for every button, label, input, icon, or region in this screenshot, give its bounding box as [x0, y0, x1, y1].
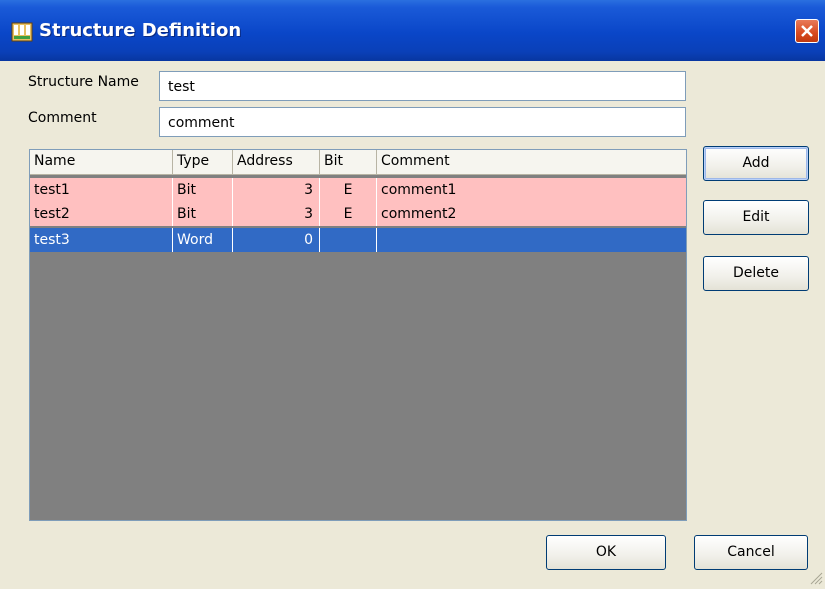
column-header-type[interactable]: Type: [173, 150, 233, 174]
cell-type: Word: [173, 228, 233, 252]
structure-name-label: Structure Name: [28, 74, 139, 90]
column-header-bit[interactable]: Bit: [320, 150, 377, 174]
table-row[interactable]: test2 Bit 3 E comment2: [30, 202, 686, 226]
cell-address: 3: [233, 202, 320, 226]
table-header: Name Type Address Bit Comment: [30, 150, 686, 175]
title-bar[interactable]: Structure Definition: [0, 0, 825, 62]
column-header-name[interactable]: Name: [30, 150, 173, 174]
cell-type: Bit: [173, 178, 233, 202]
cell-bit: E: [320, 178, 377, 202]
cell-type: Bit: [173, 202, 233, 226]
cell-bit: [320, 228, 377, 252]
edit-button[interactable]: Edit: [703, 200, 809, 235]
close-icon: [801, 25, 813, 37]
resize-grip-icon[interactable]: [809, 571, 823, 589]
delete-button[interactable]: Delete: [703, 256, 809, 291]
table-row[interactable]: test1 Bit 3 E comment1: [30, 178, 686, 202]
close-button[interactable]: [795, 19, 819, 43]
comment-label: Comment: [28, 110, 97, 126]
member-table[interactable]: Name Type Address Bit Comment test1 Bit …: [29, 149, 687, 521]
table-row-selected[interactable]: test3 Word 0: [30, 228, 686, 252]
add-button[interactable]: Add: [703, 146, 809, 181]
cell-comment: [377, 228, 686, 252]
cell-address: 0: [233, 228, 320, 252]
cell-comment: comment1: [381, 182, 457, 198]
cell-comment: comment2: [381, 206, 457, 222]
ok-button[interactable]: OK: [546, 535, 666, 570]
window-title: Structure Definition: [39, 20, 242, 41]
cancel-button[interactable]: Cancel: [694, 535, 808, 570]
cell-bit: E: [320, 202, 377, 226]
cell-address: 3: [233, 178, 320, 202]
comment-field[interactable]: comment: [159, 107, 686, 137]
cell-name: test3: [30, 228, 173, 252]
app-icon: [11, 22, 33, 42]
structure-name-field[interactable]: test: [159, 71, 686, 101]
column-header-address[interactable]: Address: [233, 150, 320, 174]
column-header-comment[interactable]: Comment: [377, 150, 686, 174]
cell-name: test2: [30, 202, 173, 226]
cell-name: test1: [30, 178, 173, 202]
